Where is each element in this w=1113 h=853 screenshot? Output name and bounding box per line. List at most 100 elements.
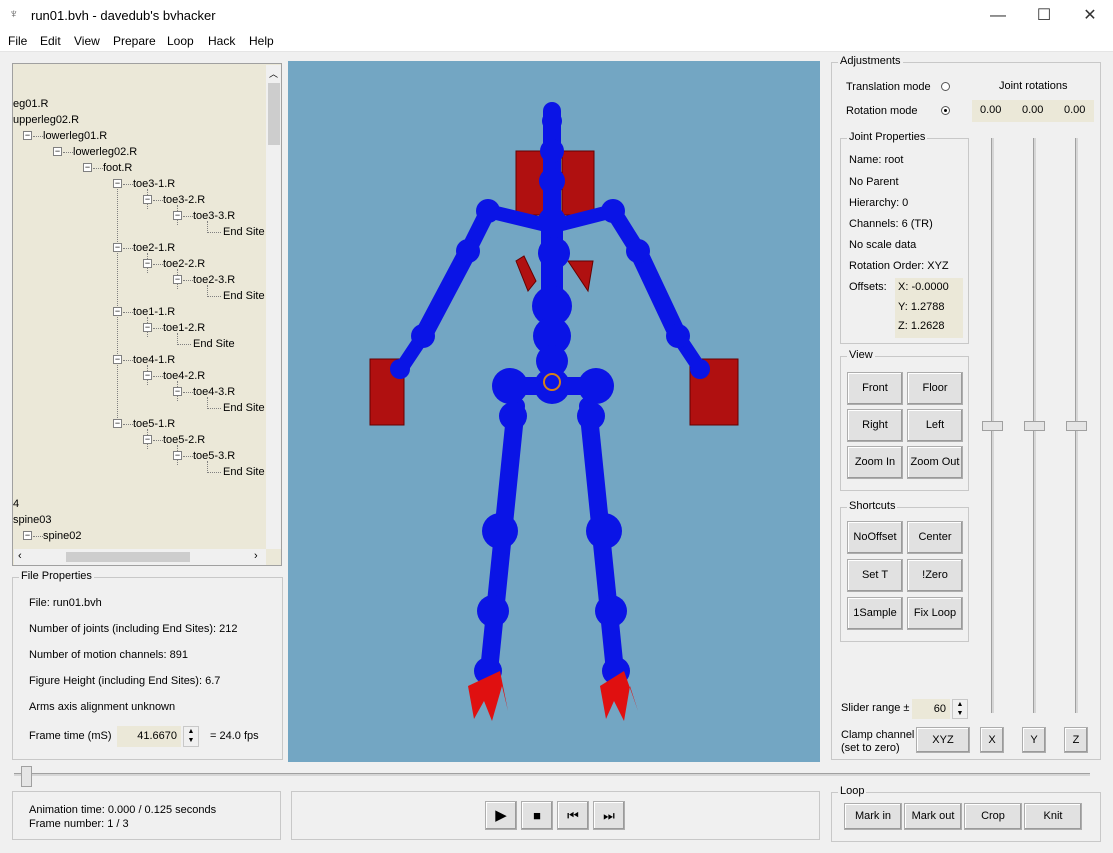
nooffset-button[interactable]: NoOffset	[847, 521, 903, 554]
maximize-button[interactable]: ☐	[1021, 0, 1067, 31]
tree-item[interactable]: toe2-2.R	[163, 258, 205, 270]
scroll-right-icon[interactable]: ›	[254, 550, 258, 562]
collapse-icon[interactable]: −	[143, 259, 152, 268]
stop-icon[interactable]: ■	[521, 801, 553, 830]
menu-hack[interactable]: Hack	[208, 34, 235, 48]
tree-item[interactable]: End Site	[223, 466, 265, 478]
left-view-button[interactable]: Left	[907, 409, 963, 442]
zoom-in-button[interactable]: Zoom In	[847, 446, 903, 479]
scroll-thumb[interactable]	[66, 552, 190, 562]
frame-time-spinner[interactable]: ▲ ▼	[183, 726, 199, 747]
floor-view-button[interactable]: Floor	[907, 372, 963, 405]
joint-tree[interactable]: eg01.R upperleg02.R − lowerleg01.R − low…	[12, 63, 282, 566]
menu-loop[interactable]: Loop	[167, 34, 194, 48]
collapse-icon[interactable]: −	[143, 435, 152, 444]
collapse-icon[interactable]: −	[173, 387, 182, 396]
translation-mode-radio[interactable]	[941, 82, 950, 91]
tree-item[interactable]: eg01.R	[13, 98, 48, 110]
tree-vertical-scrollbar[interactable]: ︿	[266, 65, 281, 549]
play-icon[interactable]: ▶	[485, 801, 517, 830]
tree-item[interactable]: End Site	[193, 338, 235, 350]
collapse-icon[interactable]: −	[173, 451, 182, 460]
clamp-x-button[interactable]: X	[980, 727, 1004, 753]
frame-time-field[interactable]: 41.6670	[117, 726, 181, 747]
clamp-xyz-button[interactable]: XYZ	[916, 727, 970, 753]
first-frame-icon[interactable]: ⏮	[557, 801, 589, 830]
rotation-z-value[interactable]: 0.00	[1064, 104, 1085, 116]
crop-button[interactable]: Crop	[964, 803, 1022, 830]
slider-range-spinner[interactable]: ▲ ▼	[952, 699, 968, 719]
clamp-y-button[interactable]: Y	[1022, 727, 1046, 753]
zoom-out-button[interactable]: Zoom Out	[907, 446, 963, 479]
rotation-x-value[interactable]: 0.00	[980, 104, 1001, 116]
menu-help[interactable]: Help	[249, 34, 274, 48]
center-button[interactable]: Center	[907, 521, 963, 554]
tree-item[interactable]: toe3-3.R	[193, 210, 235, 222]
tree-item[interactable]: lowerleg02.R	[73, 146, 137, 158]
tree-horizontal-scrollbar[interactable]: ‹ ›	[14, 549, 266, 565]
collapse-icon[interactable]: −	[173, 275, 182, 284]
slider-range-field[interactable]: 60	[912, 699, 950, 719]
last-frame-icon[interactable]: ⏭	[593, 801, 625, 830]
tree-item[interactable]: toe2-1.R	[133, 242, 175, 254]
set-t-button[interactable]: Set T	[847, 559, 903, 592]
menu-file[interactable]: File	[8, 34, 27, 48]
tree-item[interactable]: toe1-1.R	[133, 306, 175, 318]
timeline-thumb[interactable]	[21, 766, 32, 787]
collapse-icon[interactable]: −	[143, 371, 152, 380]
collapse-icon[interactable]: −	[113, 419, 122, 428]
knit-button[interactable]: Knit	[1024, 803, 1082, 830]
slider-z-thumb[interactable]	[1066, 421, 1087, 431]
tree-item[interactable]: upperleg02.R	[13, 114, 79, 126]
scroll-left-icon[interactable]: ‹	[18, 550, 22, 562]
collapse-icon[interactable]: −	[23, 131, 32, 140]
3d-viewport[interactable]	[288, 61, 820, 762]
tree-item[interactable]: toe4-1.R	[133, 354, 175, 366]
tree-item[interactable]: toe1-2.R	[163, 322, 205, 334]
mark-out-button[interactable]: Mark out	[904, 803, 962, 830]
minimize-button[interactable]: —	[975, 0, 1021, 31]
zero-button[interactable]: !Zero	[907, 559, 963, 592]
scroll-thumb[interactable]	[268, 83, 280, 145]
tree-item[interactable]: toe5-2.R	[163, 434, 205, 446]
mark-in-button[interactable]: Mark in	[844, 803, 902, 830]
one-sample-button[interactable]: 1Sample	[847, 597, 903, 630]
collapse-icon[interactable]: −	[113, 179, 122, 188]
collapse-icon[interactable]: −	[113, 243, 122, 252]
collapse-icon[interactable]: −	[173, 211, 182, 220]
collapse-icon[interactable]: −	[23, 531, 32, 540]
scroll-up-icon[interactable]: ︿	[269, 67, 278, 80]
tree-item[interactable]: foot.R	[103, 162, 132, 174]
collapse-icon[interactable]: −	[53, 147, 62, 156]
collapse-icon[interactable]: −	[143, 323, 152, 332]
rotation-y-value[interactable]: 0.00	[1022, 104, 1043, 116]
rotation-mode-radio[interactable]	[941, 106, 950, 115]
fix-loop-button[interactable]: Fix Loop	[907, 597, 963, 630]
tree-item[interactable]: toe4-2.R	[163, 370, 205, 382]
collapse-icon[interactable]: −	[113, 307, 122, 316]
close-button[interactable]: ✕	[1067, 0, 1113, 31]
menu-prepare[interactable]: Prepare	[113, 34, 156, 48]
tree-item[interactable]: End Site	[223, 290, 265, 302]
slider-y-thumb[interactable]	[1024, 421, 1045, 431]
tree-item[interactable]: spine03	[13, 514, 52, 526]
tree-item[interactable]: toe3-2.R	[163, 194, 205, 206]
front-view-button[interactable]: Front	[847, 372, 903, 405]
menu-edit[interactable]: Edit	[40, 34, 61, 48]
tree-item[interactable]: End Site	[223, 226, 265, 238]
collapse-icon[interactable]: −	[143, 195, 152, 204]
tree-item[interactable]: toe5-3.R	[193, 450, 235, 462]
tree-item[interactable]: toe2-3.R	[193, 274, 235, 286]
tree-item[interactable]: toe3-1.R	[133, 178, 175, 190]
tree-item[interactable]: toe5-1.R	[133, 418, 175, 430]
right-view-button[interactable]: Right	[847, 409, 903, 442]
menu-view[interactable]: View	[74, 34, 100, 48]
tree-item[interactable]: spine02	[43, 530, 82, 542]
timeline-track[interactable]	[14, 773, 1090, 776]
collapse-icon[interactable]: −	[83, 163, 92, 172]
slider-x-thumb[interactable]	[982, 421, 1003, 431]
tree-item[interactable]: 4	[13, 498, 19, 510]
tree-item[interactable]: lowerleg01.R	[43, 130, 107, 142]
clamp-z-button[interactable]: Z	[1064, 727, 1088, 753]
collapse-icon[interactable]: −	[113, 355, 122, 364]
